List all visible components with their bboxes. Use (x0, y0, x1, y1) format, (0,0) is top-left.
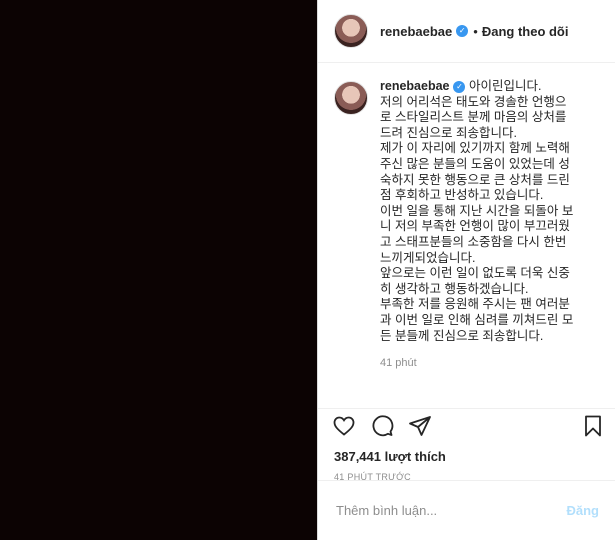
caption-line: 든 분들께 진심으로 죄송합니다. (380, 328, 544, 343)
caption-line: 니 저의 부족한 언행이 많이 부끄러웠 (380, 219, 570, 234)
share-icon (409, 416, 431, 436)
caption-verified-icon: ✓ (453, 80, 466, 93)
caption-line: 고 스태프분들의 소중함을 다시 한번 (380, 234, 567, 249)
bookmark-icon (585, 415, 601, 437)
heart-icon (333, 416, 355, 436)
verified-badge-icon: ✓ (456, 25, 469, 37)
post-comment-button[interactable]: Đăng (567, 503, 600, 518)
caption-line: 이번 일을 통해 지난 시간을 되돌아 보 (380, 203, 574, 218)
caption-line: 부족한 저를 응원해 주시는 팬 여러분 (380, 297, 570, 312)
caption-section: renebaebae ✓ 아이린입니다. 저의 어리석은 태도와 경솔한 언행으 … (318, 63, 615, 408)
caption-line: 앞으로는 이런 일이 없도록 더욱 신중 (380, 266, 570, 281)
caption-line: 숙하지 못한 행동으로 큰 상처를 드린 (380, 172, 570, 187)
caption-line: 주신 많은 분들의 도움이 있었는데 성 (380, 156, 570, 171)
caption-line: 로 스타일리스트 분께 마음의 상처를 (380, 110, 567, 125)
follow-status-button[interactable]: Đang theo dõi (482, 24, 569, 39)
like-button[interactable] (332, 414, 356, 438)
post-image[interactable] (0, 0, 317, 540)
separator-dot: • (473, 23, 478, 39)
caption-username[interactable]: renebaebae (380, 79, 449, 93)
caption-line: 점 후회하고 반성하고 있습니다. (380, 188, 544, 203)
caption-line: 드려 진심으로 죄송합니다. (380, 125, 517, 140)
caption-line: 느끼게되었습니다. (380, 250, 476, 265)
comment-form: Đăng (318, 480, 615, 540)
username-link[interactable]: renebaebae (380, 24, 452, 39)
avatar[interactable] (334, 14, 368, 48)
caption-line: 아이린입니다. (468, 79, 542, 93)
comment-input[interactable] (334, 502, 567, 519)
action-bar (318, 408, 615, 443)
post-header: renebaebae ✓ • Đang theo dõi (318, 0, 615, 63)
caption-line: 히 생각하고 행동하겠습니다. (380, 281, 529, 296)
caption: renebaebae ✓ 아이린입니다. 저의 어리석은 태도와 경솔한 언행으 … (380, 79, 599, 408)
share-button[interactable] (408, 414, 432, 438)
caption-line: 제가 이 자리에 있기까지 함께 노력해 (380, 141, 570, 156)
likes-count[interactable]: 387,441 lượt thích (318, 443, 615, 464)
caption-avatar[interactable] (334, 81, 368, 115)
caption-line: 과 이번 일로 인해 심려를 끼쳐드린 모 (380, 312, 574, 327)
comment-button[interactable] (370, 414, 394, 438)
caption-line: 저의 어리석은 태도와 경솔한 언행으 (380, 94, 567, 109)
save-button[interactable] (581, 414, 605, 443)
caption-time[interactable]: 41 phút (380, 357, 599, 369)
post-panel: renebaebae ✓ • Đang theo dõi renebaebae ✓… (317, 0, 615, 540)
comment-icon (372, 415, 394, 437)
